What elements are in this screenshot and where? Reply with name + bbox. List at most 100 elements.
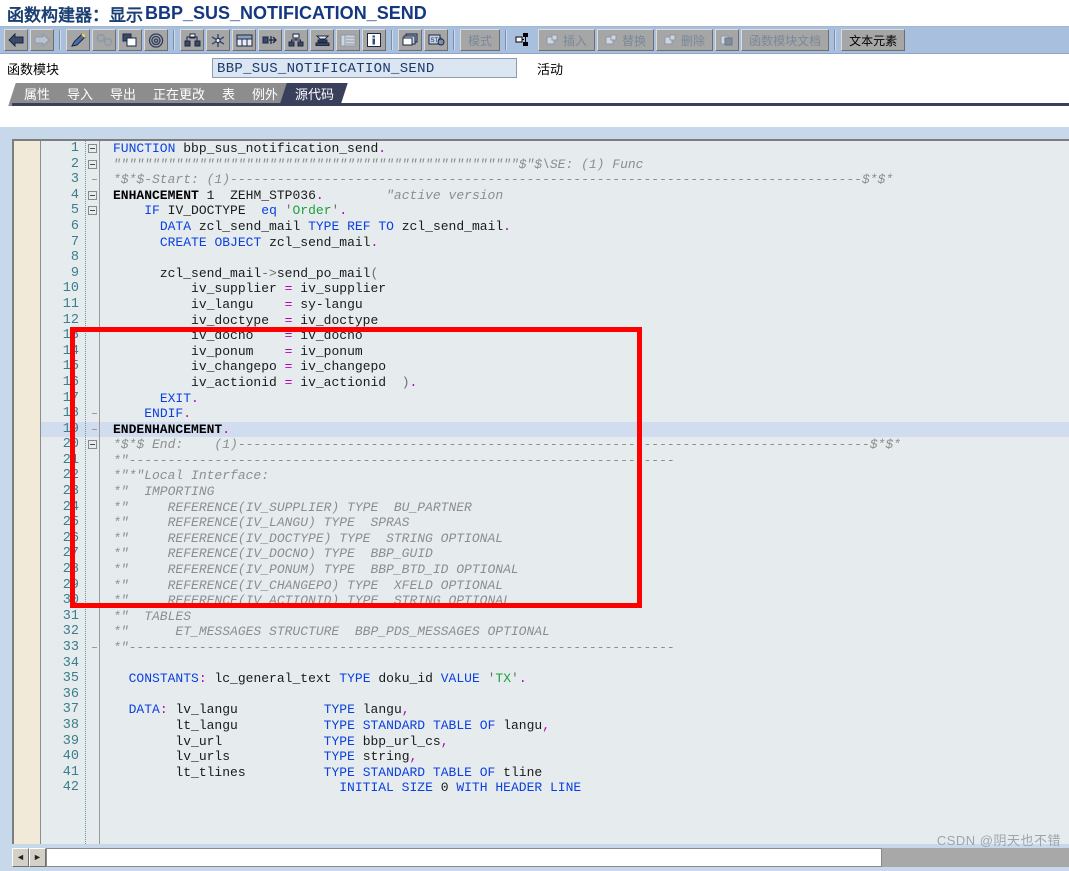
code-line[interactable]: 12 iv_doctype = iv_doctype bbox=[41, 313, 1069, 329]
code-line[interactable]: 24 *" REFERENCE(IV_SUPPLIER) TYPE BU_PART… bbox=[41, 500, 1069, 516]
text-elements-button[interactable]: 文本元素 bbox=[841, 29, 906, 51]
list-icon[interactable] bbox=[336, 29, 360, 51]
code-line[interactable]: 5 IF IV_DOCTYPE eq 'Order'. bbox=[41, 203, 1069, 219]
info-icon[interactable] bbox=[362, 29, 386, 51]
code-line[interactable]: 42 INITIAL SIZE 0 WITH HEADER LINE bbox=[41, 780, 1069, 796]
line-number: 29 bbox=[62, 577, 79, 593]
line-number: 1 bbox=[70, 141, 79, 156]
table-display-icon[interactable] bbox=[232, 29, 256, 51]
code-line[interactable]: 1 FUNCTION bbp_sus_notification_send. bbox=[41, 141, 1069, 157]
code-line[interactable]: 28 *" REFERENCE(IV_PONUM) TYPE BBP_BTD_ID… bbox=[41, 562, 1069, 578]
code-line[interactable]: 11 iv_langu = sy-langu bbox=[41, 297, 1069, 313]
code-line[interactable]: 25 *" REFERENCE(IV_LANGU) TYPE SPRAS bbox=[41, 515, 1069, 531]
mode-button-label: 模式 bbox=[468, 33, 493, 48]
line-number: 18 bbox=[62, 406, 79, 422]
code-line[interactable]: 23 *" IMPORTING bbox=[41, 484, 1069, 500]
code-line[interactable]: 9 zcl_send_mail->send_po_mail( bbox=[41, 266, 1069, 282]
line-number: 13 bbox=[62, 328, 79, 344]
code-text: iv_ponum = iv_ponum bbox=[191, 343, 363, 359]
code-line[interactable]: 40 lv_urls TYPE string, bbox=[41, 749, 1069, 765]
where-used-icon[interactable] bbox=[144, 29, 168, 51]
code-text: *" REFERENCE(IV_LANGU) TYPE SPRAS bbox=[113, 515, 410, 531]
insert-button[interactable]: 插入 bbox=[538, 29, 596, 51]
scroll-right-button[interactable]: ► bbox=[29, 847, 46, 867]
code-text: *" REFERENCE(IV_DOCNO) TYPE BBP_GUID bbox=[113, 546, 433, 562]
scroll-left-button[interactable]: ◄ bbox=[12, 847, 29, 867]
code-line[interactable]: 3 *$*$-Start: (1)------------------------… bbox=[41, 172, 1069, 188]
code-lines-container[interactable]: 1 FUNCTION bbp_sus_notification_send. 2 """… bbox=[41, 141, 1069, 796]
code-line[interactable]: 15 iv_changepo = iv_changepo bbox=[41, 359, 1069, 375]
code-line[interactable]: 22 *"*"Local Interface: bbox=[41, 468, 1069, 484]
check-syntax-icon[interactable] bbox=[92, 29, 116, 51]
line-number: 35 bbox=[62, 671, 79, 687]
code-line[interactable]: 4 ENHANCEMENT 1 ZEHM_STP036. "active vers… bbox=[41, 188, 1069, 204]
code-line[interactable]: 33 *"------------------------------------… bbox=[41, 640, 1069, 656]
stack-icon[interactable] bbox=[310, 29, 334, 51]
code-text: iv_langu = sy-langu bbox=[191, 296, 363, 312]
pretty-printer-icon[interactable] bbox=[206, 29, 230, 51]
code-line[interactable]: 19 ENDENHANCEMENT. bbox=[41, 421, 1069, 438]
code-line[interactable]: 7 CREATE OBJECT zcl_send_mail. bbox=[41, 235, 1069, 251]
line-number: 14 bbox=[62, 343, 79, 359]
code-line[interactable]: 17 EXIT. bbox=[41, 391, 1069, 407]
code-line[interactable]: 36 bbox=[41, 687, 1069, 703]
scroll-left-arrow: ◄ bbox=[16, 851, 25, 862]
code-text: *$*$-Start: (1)-------------------------… bbox=[113, 172, 894, 188]
code-line[interactable]: 41 lt_tlines TYPE STANDARD TABLE OF tlin… bbox=[41, 765, 1069, 781]
source-code-editor[interactable]: 1 FUNCTION bbp_sus_notification_send. 2 """… bbox=[12, 139, 1069, 844]
debug-icon[interactable]: STO bbox=[424, 29, 448, 51]
page-title-object: BBP_SUS_NOTIFICATION_SEND bbox=[145, 2, 427, 23]
function-module-doc-label: 函数模块文档 bbox=[749, 33, 822, 48]
code-line[interactable]: 8 bbox=[41, 250, 1069, 266]
code-line[interactable]: 13 iv_docno = iv_docno bbox=[41, 328, 1069, 344]
code-line[interactable]: 10 iv_supplier = iv_supplier bbox=[41, 281, 1069, 297]
code-line[interactable]: 27 *" REFERENCE(IV_DOCNO) TYPE BBP_GUID bbox=[41, 546, 1069, 562]
code-text: *" REFERENCE(IV_CHANGEPO) TYPE XFELD OPT… bbox=[113, 577, 504, 593]
code-line[interactable]: 21 *"------------------------------------… bbox=[41, 453, 1069, 469]
copy-icon[interactable] bbox=[118, 29, 142, 51]
folding-rule bbox=[99, 141, 100, 844]
line-number: 6 bbox=[70, 218, 79, 234]
code-line[interactable]: 39 lv_url TYPE bbp_url_cs, bbox=[41, 734, 1069, 750]
line-number: 32 bbox=[62, 624, 79, 640]
code-line[interactable]: 37 DATA: lv_langu TYPE langu, bbox=[41, 702, 1069, 718]
multi-window-icon[interactable] bbox=[398, 29, 422, 51]
replace-button[interactable]: 替换 bbox=[597, 29, 655, 51]
code-line[interactable]: 16 iv_actionid = iv_actionid ). bbox=[41, 375, 1069, 391]
code-text: """"""""""""""""""""""""""""""""""""""""… bbox=[113, 156, 644, 172]
code-text: ENDENHANCEMENT. bbox=[113, 421, 231, 437]
code-line[interactable]: 18 ENDIF. bbox=[41, 406, 1069, 422]
code-text: iv_changepo = iv_changepo bbox=[191, 359, 387, 375]
code-line[interactable]: 6 DATA zcl_send_mail TYPE REF TO zcl_sen… bbox=[41, 219, 1069, 235]
tab-source-code[interactable]: 源代码 bbox=[279, 83, 348, 106]
horizontal-scrollbar[interactable]: ◄ ► bbox=[12, 846, 1069, 868]
function-module-doc-button[interactable]: 函数模块文档 bbox=[741, 29, 830, 51]
code-pane[interactable]: 1 FUNCTION bbp_sus_notification_send. 2 """… bbox=[41, 141, 1069, 844]
navigation-icon[interactable] bbox=[180, 29, 204, 51]
code-line[interactable]: 34 bbox=[41, 656, 1069, 672]
code-line[interactable]: 31 *" TABLES bbox=[41, 609, 1069, 625]
code-line[interactable]: 2 """""""""""""""""""""""""""""""""""""""… bbox=[41, 157, 1069, 173]
code-line[interactable]: 30 *" REFERENCE(IV_ACTIONID) TYPE STRING … bbox=[41, 593, 1069, 609]
forward-icon[interactable] bbox=[30, 29, 54, 51]
code-line[interactable]: 20 *$*$ End: (1)-------------------------… bbox=[41, 437, 1069, 453]
code-line[interactable]: 14 iv_ponum = iv_ponum bbox=[41, 344, 1069, 360]
function-module-doc-icon[interactable] bbox=[715, 29, 740, 51]
toolbar-separator bbox=[173, 30, 175, 50]
delete-button[interactable]: 删除 bbox=[656, 29, 714, 51]
code-text: *" REFERENCE(IV_DOCTYPE) TYPE STRING OPT… bbox=[113, 530, 504, 546]
line-number: 11 bbox=[62, 296, 79, 312]
code-line[interactable]: 32 *" ET_MESSAGES STRUCTURE BBP_PDS_MESSA… bbox=[41, 624, 1069, 640]
function-module-input[interactable]: BBP_SUS_NOTIFICATION_SEND bbox=[212, 58, 517, 78]
code-line[interactable]: 38 lt_langu TYPE STANDARD TABLE OF langu… bbox=[41, 718, 1069, 734]
scroll-track[interactable] bbox=[46, 847, 882, 867]
pencil-edit-icon[interactable] bbox=[66, 29, 90, 51]
code-line[interactable]: 26 *" REFERENCE(IV_DOCTYPE) TYPE STRING O… bbox=[41, 531, 1069, 547]
code-line[interactable]: 29 *" REFERENCE(IV_CHANGEPO) TYPE XFELD O… bbox=[41, 578, 1069, 594]
back-icon[interactable] bbox=[4, 29, 28, 51]
expand-icon[interactable] bbox=[258, 29, 282, 51]
enhancement-icon[interactable] bbox=[512, 29, 536, 51]
mode-button[interactable]: 模式 bbox=[460, 29, 501, 51]
hierarchy-icon[interactable] bbox=[284, 29, 308, 51]
code-line[interactable]: 35 CONSTANTS: lc_general_text TYPE doku_… bbox=[41, 671, 1069, 687]
